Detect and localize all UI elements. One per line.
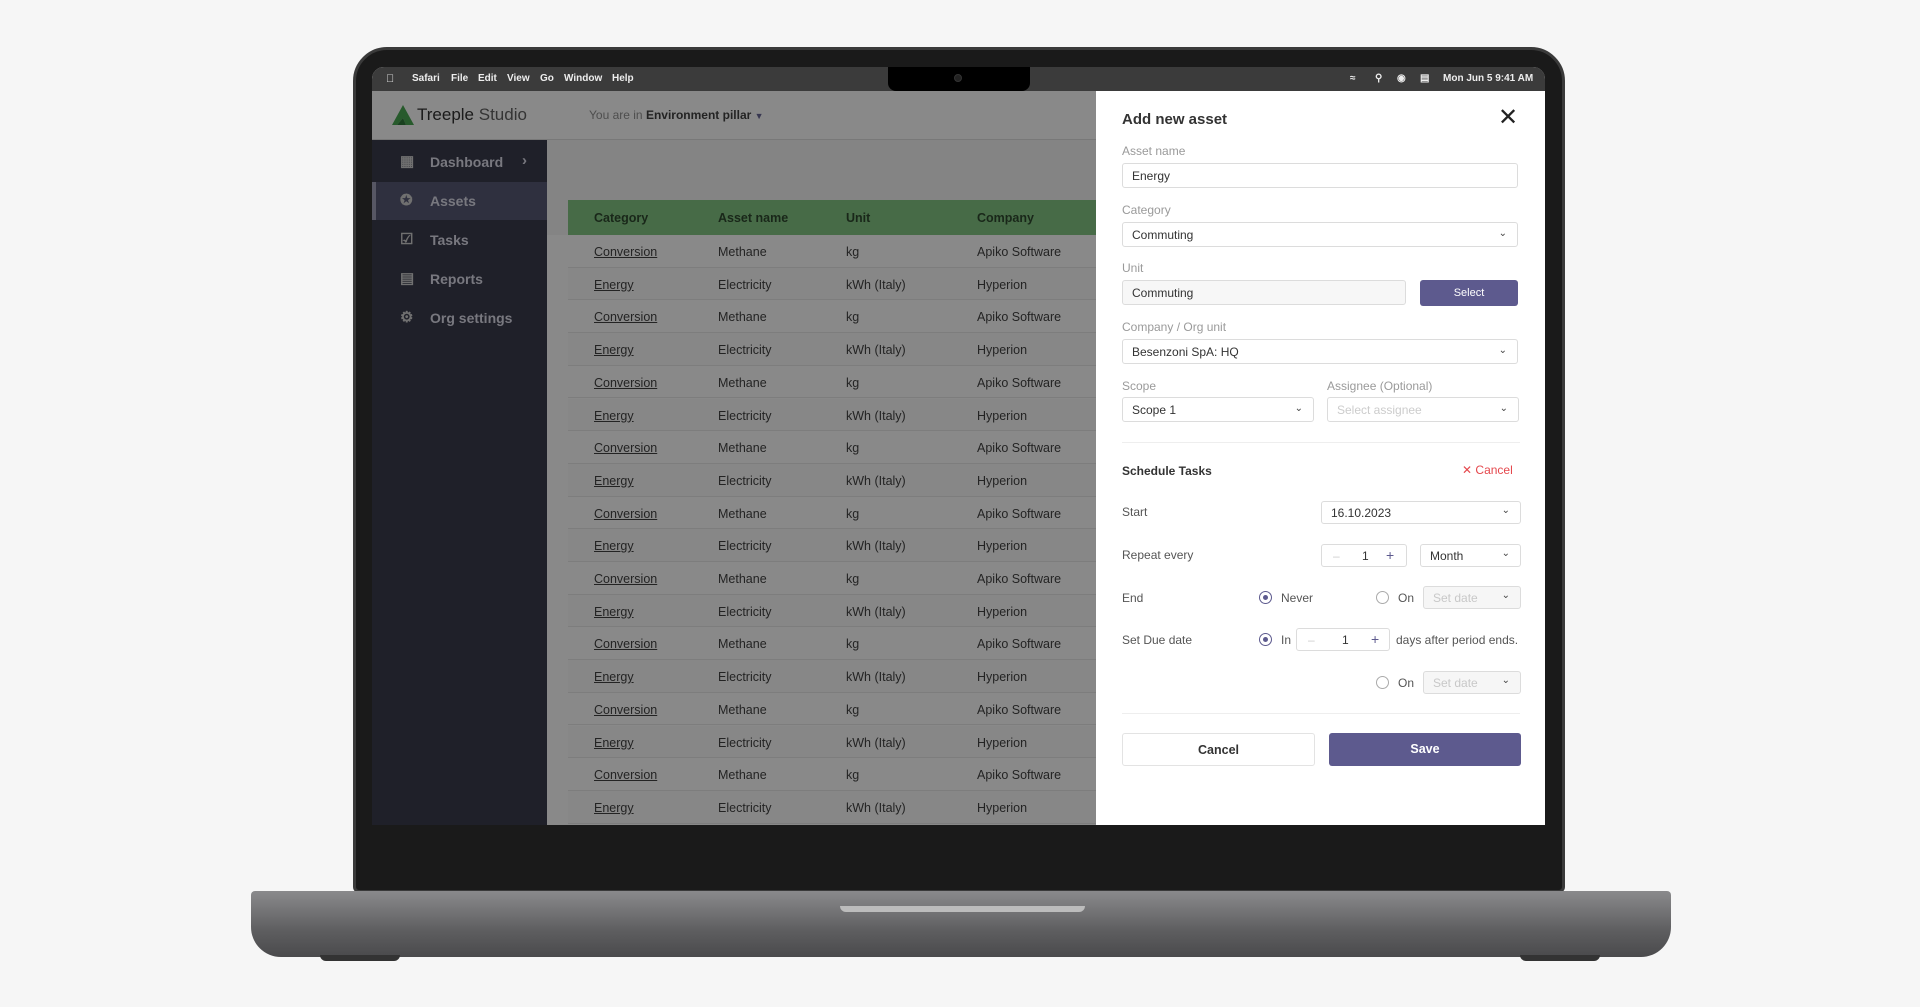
due-days-value: 1 bbox=[1342, 633, 1349, 647]
chevron-down-icon: ⌄ bbox=[1499, 403, 1508, 414]
control-center-icon[interactable]: ▤ bbox=[1420, 73, 1429, 84]
end-date-select[interactable]: Set date ⌄ bbox=[1423, 586, 1521, 609]
repeat-unit-value: Month bbox=[1430, 549, 1464, 563]
select-unit-button[interactable]: Select bbox=[1420, 280, 1518, 306]
schedule-cancel-link[interactable]: ✕ Cancel bbox=[1462, 463, 1513, 477]
wifi-icon[interactable]: ≈ bbox=[1350, 73, 1356, 84]
start-date-value: 16.10.2023 bbox=[1331, 506, 1392, 520]
asset-name-value: Energy bbox=[1132, 169, 1171, 183]
menu-go[interactable]: Go bbox=[540, 73, 554, 84]
save-button[interactable]: Save bbox=[1329, 733, 1521, 766]
chevron-down-icon: ⌄ bbox=[1498, 228, 1507, 239]
due-on-label: On bbox=[1398, 676, 1415, 690]
unit-value: Commuting bbox=[1132, 286, 1194, 300]
screen:  Safari File Edit View Go Window Help ≈… bbox=[372, 67, 1545, 825]
chevron-down-icon: ⌄ bbox=[1501, 505, 1510, 516]
chevron-down-icon: ⌄ bbox=[1501, 548, 1510, 559]
cancel-button[interactable]: Cancel bbox=[1122, 733, 1315, 766]
close-icon[interactable]: ✕ bbox=[1498, 103, 1518, 132]
plus-icon[interactable]: + bbox=[1371, 631, 1379, 647]
chevron-down-icon: ⌄ bbox=[1501, 675, 1510, 686]
due-date-placeholder: Set date bbox=[1433, 676, 1478, 690]
due-in-radio[interactable] bbox=[1259, 633, 1272, 646]
due-on-radio[interactable] bbox=[1376, 676, 1389, 689]
x-icon: ✕ bbox=[1462, 463, 1473, 477]
divider bbox=[1122, 713, 1520, 714]
due-date-select[interactable]: Set date ⌄ bbox=[1423, 671, 1521, 694]
laptop-foot bbox=[1520, 955, 1600, 961]
menu-help[interactable]: Help bbox=[612, 73, 634, 84]
camera-icon bbox=[954, 74, 962, 82]
menu-file[interactable]: File bbox=[451, 73, 468, 84]
chevron-down-icon: ⌄ bbox=[1498, 345, 1507, 356]
company-value: Besenzoni SpA: HQ bbox=[1132, 345, 1239, 359]
repeat-label: Repeat every bbox=[1122, 548, 1194, 562]
menu-safari[interactable]: Safari bbox=[412, 73, 440, 84]
start-date-select[interactable]: 16.10.2023 ⌄ bbox=[1321, 501, 1521, 524]
dialog-title: Add new asset bbox=[1122, 111, 1228, 128]
apple-icon[interactable]:  bbox=[386, 73, 394, 85]
start-label: Start bbox=[1122, 505, 1148, 519]
scope-select[interactable]: Scope 1 ⌄ bbox=[1122, 397, 1314, 422]
divider bbox=[1122, 442, 1520, 443]
due-date-label: Set Due date bbox=[1122, 633, 1193, 647]
camera-notch bbox=[888, 67, 1030, 91]
minus-icon[interactable]: – bbox=[1333, 549, 1340, 563]
plus-icon[interactable]: + bbox=[1386, 547, 1394, 563]
assignee-label: Assignee (Optional) bbox=[1327, 379, 1433, 393]
end-never-radio[interactable] bbox=[1259, 591, 1272, 604]
due-days-stepper[interactable]: – 1 + bbox=[1296, 628, 1390, 651]
menu-window[interactable]: Window bbox=[564, 73, 602, 84]
schedule-cancel-label: Cancel bbox=[1475, 463, 1513, 477]
company-select[interactable]: Besenzoni SpA: HQ ⌄ bbox=[1122, 339, 1518, 364]
add-asset-dialog: Add new asset ✕ Asset name Energy Catego… bbox=[1096, 91, 1545, 825]
category-select[interactable]: Commuting ⌄ bbox=[1122, 222, 1518, 247]
unit-label: Unit bbox=[1122, 261, 1144, 275]
user-icon[interactable]: ◉ bbox=[1397, 73, 1406, 84]
schedule-title: Schedule Tasks bbox=[1122, 464, 1212, 478]
chevron-down-icon: ⌄ bbox=[1294, 403, 1303, 414]
due-days-suffix: days after period ends. bbox=[1396, 633, 1519, 647]
assignee-placeholder: Select assignee bbox=[1337, 403, 1422, 417]
end-label: End bbox=[1122, 591, 1144, 605]
asset-name-label: Asset name bbox=[1122, 144, 1186, 158]
category-value: Commuting bbox=[1132, 228, 1194, 242]
scope-value: Scope 1 bbox=[1132, 403, 1177, 417]
repeat-unit-select[interactable]: Month ⌄ bbox=[1420, 544, 1521, 567]
laptop-base bbox=[251, 891, 1671, 957]
assignee-select[interactable]: Select assignee ⌄ bbox=[1327, 397, 1519, 422]
end-on-label: On bbox=[1398, 591, 1415, 605]
search-icon[interactable]: ⚲ bbox=[1375, 73, 1382, 84]
minus-icon[interactable]: – bbox=[1308, 633, 1315, 647]
clock[interactable]: Mon Jun 5 9:41 AM bbox=[1443, 73, 1533, 84]
scope-label: Scope bbox=[1122, 379, 1157, 393]
menu-edit[interactable]: Edit bbox=[478, 73, 497, 84]
laptop-foot bbox=[320, 955, 400, 961]
end-date-placeholder: Set date bbox=[1433, 591, 1478, 605]
unit-input[interactable]: Commuting bbox=[1122, 280, 1406, 305]
category-label: Category bbox=[1122, 203, 1171, 217]
asset-name-input[interactable]: Energy bbox=[1122, 163, 1518, 188]
company-label: Company / Org unit bbox=[1122, 320, 1227, 334]
due-in-label: In bbox=[1281, 633, 1292, 647]
end-never-label: Never bbox=[1281, 591, 1314, 605]
laptop-hinge bbox=[840, 906, 1085, 912]
chevron-down-icon: ⌄ bbox=[1501, 590, 1510, 601]
repeat-value: 1 bbox=[1362, 549, 1369, 563]
menu-view[interactable]: View bbox=[507, 73, 530, 84]
repeat-stepper[interactable]: – 1 + bbox=[1321, 544, 1407, 567]
end-on-radio[interactable] bbox=[1376, 591, 1389, 604]
